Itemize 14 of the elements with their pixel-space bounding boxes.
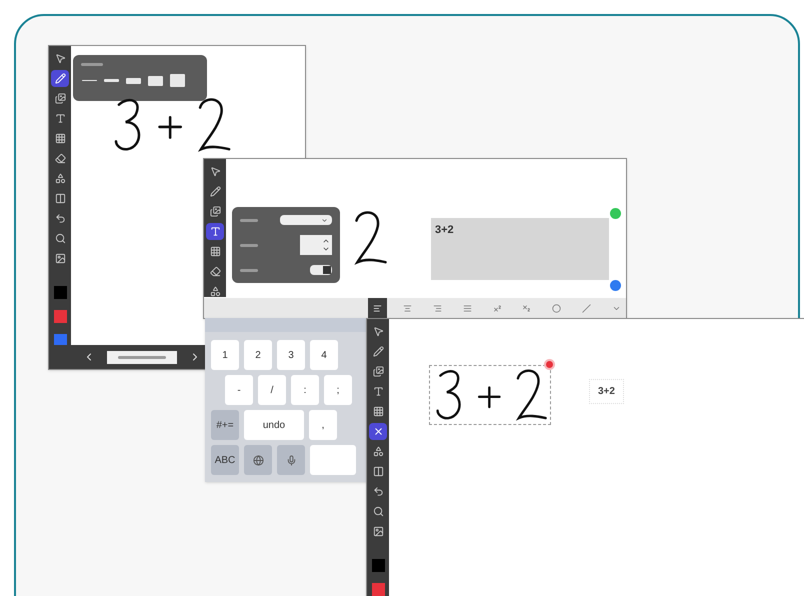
keyboard-key[interactable]: , — [309, 410, 337, 440]
keyboard-key[interactable]: ; — [324, 375, 352, 405]
keyboard-key[interactable]: / — [258, 375, 286, 405]
keyboard-key[interactable]: : — [291, 375, 319, 405]
keyboard-key[interactable]: #+= — [211, 410, 239, 440]
keyboard-key[interactable]: 3 — [277, 340, 305, 370]
text-label: 3+2 — [589, 379, 624, 404]
keyboard-key[interactable]: 4 — [310, 340, 338, 370]
keyboard-key[interactable]: undo — [244, 410, 304, 440]
keyboard-key[interactable]: ABC — [211, 445, 239, 475]
keyboard-key[interactable]: 1 — [211, 340, 239, 370]
keyboard-key[interactable]: 2 — [244, 340, 272, 370]
text-box[interactable]: 3+2 — [431, 218, 609, 280]
keyboard-key[interactable]: - — [225, 375, 253, 405]
